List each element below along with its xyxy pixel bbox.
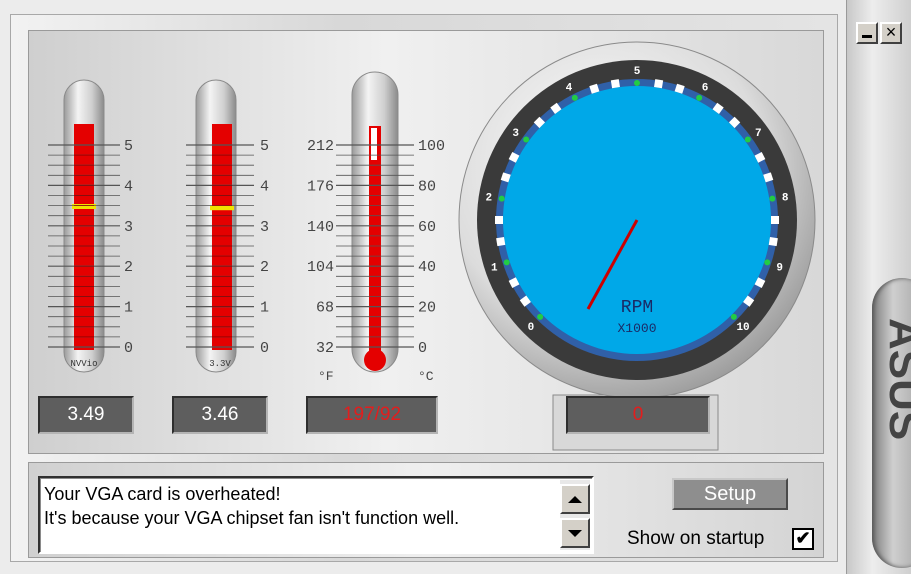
show-on-startup-checkbox[interactable]: ✔	[792, 528, 814, 550]
readout-fan-rpm: 0	[566, 396, 710, 434]
readout-temperature: 197/92	[306, 396, 438, 434]
dial-major-mark	[503, 259, 510, 266]
message-scrollbar[interactable]	[560, 480, 590, 550]
scroll-down-button[interactable]	[560, 518, 590, 548]
message-line: It's because your VGA chipset fan isn't …	[44, 508, 460, 528]
scale-label: 5	[260, 138, 269, 155]
dial-minor-mark	[654, 79, 664, 89]
dial-major-mark	[537, 313, 544, 320]
scale-label: 4	[124, 178, 133, 195]
scale-label-f: 176	[307, 178, 334, 195]
scale-label-f: 104	[307, 259, 334, 276]
scale-label: 3	[260, 219, 269, 236]
dial-number: 1	[491, 262, 498, 274]
dial-number: 7	[755, 128, 762, 140]
dial-number: 6	[702, 82, 709, 94]
rpm-multiplier: X1000	[617, 321, 656, 336]
unit-fahrenheit: °F	[318, 369, 334, 384]
meter-caption: NVVio	[70, 359, 97, 369]
scale-label-f: 32	[316, 340, 334, 357]
close-button[interactable]: ×	[880, 22, 902, 44]
dial-minor-mark	[610, 79, 620, 89]
scale-label: 3	[124, 219, 133, 236]
scale-label-c: 0	[418, 340, 427, 357]
meter-caption: 3.3V	[209, 359, 231, 369]
asus-logo-icon: ASUS	[882, 318, 911, 440]
dial-major-mark	[696, 94, 703, 101]
dial-number: 8	[782, 193, 789, 205]
message-box[interactable]: Your VGA card is overheated! It's becaus…	[38, 476, 594, 554]
arrow-up-icon	[568, 495, 582, 503]
dial-number: 9	[776, 262, 783, 274]
dial-number: 5	[634, 66, 641, 78]
vga-monitor-window: NVVio 3.3V °F °C RPM X1000 0 1 2 3 4 5 6…	[0, 0, 911, 574]
dial-major-mark	[571, 94, 578, 101]
scale-label: 5	[124, 138, 133, 155]
scale-label-c: 80	[418, 178, 436, 195]
minimize-icon	[862, 35, 872, 38]
dial-minor-mark	[496, 237, 506, 247]
rpm-label: RPM	[621, 298, 653, 318]
scale-label-f: 212	[307, 138, 334, 155]
dial-number: 3	[512, 128, 519, 140]
scale-label-c: 40	[418, 259, 436, 276]
dial-major-mark	[498, 195, 505, 202]
scale-label-f: 68	[316, 300, 334, 317]
dial-major-mark	[523, 136, 530, 143]
minimize-button[interactable]	[856, 22, 878, 44]
thermometer-bulb	[364, 349, 386, 371]
dial-number: 4	[566, 82, 573, 94]
dial-major-mark	[764, 259, 771, 266]
dial-minor-mark	[771, 216, 779, 224]
setup-button[interactable]: Setup	[672, 478, 788, 510]
scale-label: 2	[124, 259, 133, 276]
message-line: Your VGA card is overheated!	[44, 484, 281, 504]
scale-label-c: 20	[418, 300, 436, 317]
scale-label: 4	[260, 178, 269, 195]
dial-number: 2	[486, 193, 493, 205]
scale-label-c: 100	[418, 138, 445, 155]
arrow-down-icon	[568, 529, 582, 537]
dial-major-mark	[730, 313, 737, 320]
scale-label: 0	[260, 340, 269, 357]
dial-major-mark	[634, 80, 640, 86]
dial-number: 0	[528, 322, 535, 334]
startup-label: Show on startup	[627, 528, 765, 549]
dial-major-mark	[769, 195, 776, 202]
dial-number: 10	[736, 322, 749, 334]
scale-label-f: 140	[307, 219, 334, 236]
scale-label: 1	[260, 300, 269, 317]
brand-logo: ASUS	[872, 278, 911, 568]
voltage-level-marker	[72, 204, 96, 210]
unit-celsius: °C	[418, 369, 434, 384]
scroll-up-button[interactable]	[560, 484, 590, 514]
scale-label: 2	[260, 259, 269, 276]
readout-nvvio: 3.49	[38, 396, 134, 434]
dial-major-mark	[744, 136, 751, 143]
temperature-column	[369, 126, 381, 356]
fan-gauge: RPM X1000 0 1 2 3 4 5 6 7 8 9 10	[458, 41, 816, 451]
scale-label: 0	[124, 340, 133, 357]
dial-minor-mark	[768, 237, 778, 247]
dial-minor-mark	[495, 216, 503, 224]
scale-label-c: 60	[418, 219, 436, 236]
logo-text: ASUS	[882, 318, 911, 440]
voltage-bar-fill	[74, 124, 94, 350]
readout-3v3: 3.46	[172, 396, 268, 434]
voltage-bar-fill	[212, 124, 232, 350]
scale-label: 1	[124, 300, 133, 317]
